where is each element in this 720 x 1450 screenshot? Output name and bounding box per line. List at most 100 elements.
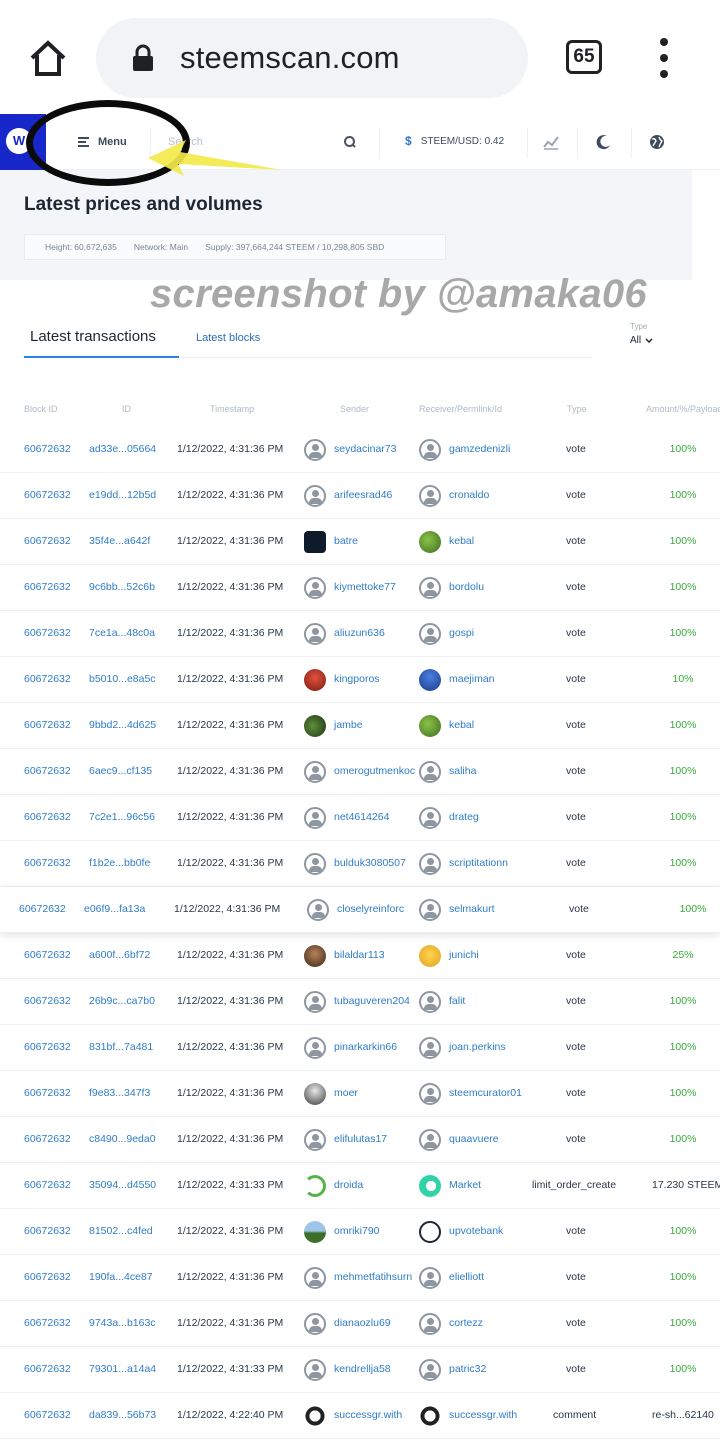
receiver-link-name[interactable]: saliha bbox=[449, 765, 476, 777]
receiver-link-name[interactable]: patric32 bbox=[449, 1363, 486, 1375]
receiver-link[interactable]: kebal bbox=[419, 531, 531, 555]
receiver-link-name[interactable]: quaavuere bbox=[449, 1133, 499, 1145]
receiver-link[interactable]: kebal bbox=[419, 715, 531, 739]
globe-icon[interactable] bbox=[649, 134, 665, 150]
receiver-link[interactable]: joan.perkins bbox=[419, 1037, 531, 1061]
sender-link[interactable]: aliuzun636 bbox=[304, 623, 416, 647]
tx-id-link[interactable]: 26b9c...ca7b0 bbox=[89, 995, 171, 1007]
table-row[interactable]: 60672632 7c2e1...96c56 1/12/2022, 4:31:36 … bbox=[0, 795, 720, 841]
tx-id-link[interactable]: 7c2e1...96c56 bbox=[89, 811, 171, 823]
block-id-link[interactable]: 60672632 bbox=[24, 949, 84, 961]
sender-link[interactable]: pinarkarkin66 bbox=[304, 1037, 416, 1061]
sender-link-name[interactable]: arifeesrad46 bbox=[334, 489, 392, 501]
sender-link[interactable]: closelyreinforc bbox=[307, 899, 419, 923]
receiver-link[interactable]: gamzedenizli bbox=[419, 439, 531, 463]
receiver-link-name[interactable]: scriptitationn bbox=[449, 857, 508, 869]
sender-link-name[interactable]: bulduk3080507 bbox=[334, 857, 406, 869]
receiver-link-name[interactable]: selmakurt bbox=[449, 903, 495, 915]
tx-id-link[interactable]: e19dd...12b5d bbox=[89, 489, 171, 501]
receiver-link-name[interactable]: gospi bbox=[449, 627, 474, 639]
table-row[interactable]: 60672632 831bf...7a481 1/12/2022, 4:31:36 … bbox=[0, 1025, 720, 1071]
block-id-link[interactable]: 60672632 bbox=[24, 627, 84, 639]
sender-link-name[interactable]: net4614264 bbox=[334, 811, 389, 823]
table-row[interactable]: 60672632 35f4e...a642f 1/12/2022, 4:31:36 … bbox=[0, 519, 720, 565]
receiver-link[interactable]: successgr.with bbox=[419, 1405, 531, 1429]
block-id-link[interactable]: 60672632 bbox=[24, 1317, 84, 1329]
sender-link[interactable]: batre bbox=[304, 531, 416, 555]
sender-link-name[interactable]: omriki790 bbox=[334, 1225, 380, 1237]
sender-link-name[interactable]: moer bbox=[334, 1087, 358, 1099]
sender-link-name[interactable]: elifulutas17 bbox=[334, 1133, 387, 1145]
sender-link[interactable]: kendrellja58 bbox=[304, 1359, 416, 1383]
block-id-link[interactable]: 60672632 bbox=[24, 1179, 84, 1191]
receiver-link[interactable]: selmakurt bbox=[419, 899, 531, 923]
block-id-link[interactable]: 60672632 bbox=[24, 1271, 84, 1283]
sender-link-name[interactable]: pinarkarkin66 bbox=[334, 1041, 397, 1053]
receiver-link[interactable]: maejiman bbox=[419, 669, 531, 693]
receiver-link-name[interactable]: Market bbox=[449, 1179, 481, 1191]
sender-link[interactable]: seydacinar73 bbox=[304, 439, 416, 463]
receiver-link-name[interactable]: maejiman bbox=[449, 673, 495, 685]
more-options-icon[interactable] bbox=[650, 38, 678, 78]
table-row[interactable]: 60672632 6aec9...cf135 1/12/2022, 4:31:36 … bbox=[0, 749, 720, 795]
sender-link-name[interactable]: kiymettoke77 bbox=[334, 581, 396, 593]
block-id-link[interactable]: 60672632 bbox=[24, 719, 84, 731]
table-row[interactable]: 60672632 b5010...e8a5c 1/12/2022, 4:31:36 … bbox=[0, 657, 720, 703]
block-id-link[interactable]: 60672632 bbox=[24, 489, 84, 501]
receiver-link[interactable]: scriptitationn bbox=[419, 853, 531, 877]
type-filter[interactable]: Type All bbox=[630, 322, 653, 346]
receiver-link-name[interactable]: joan.perkins bbox=[449, 1041, 506, 1053]
sender-link[interactable]: tubaguveren204 bbox=[304, 991, 416, 1015]
table-row[interactable]: 60672632 e19dd...12b5d 1/12/2022, 4:31:36 … bbox=[0, 473, 720, 519]
tx-id-link[interactable]: 9743a...b163c bbox=[89, 1317, 171, 1329]
receiver-link-name[interactable]: successgr.with bbox=[449, 1409, 517, 1421]
sender-link[interactable]: moer bbox=[304, 1083, 416, 1107]
sender-link-name[interactable]: bilaldar113 bbox=[334, 949, 385, 961]
sender-link[interactable]: dianaozlu69 bbox=[304, 1313, 416, 1337]
tx-id-link[interactable]: e06f9...fa13a bbox=[84, 903, 166, 915]
receiver-link-name[interactable]: gamzedenizli bbox=[449, 443, 510, 455]
sender-link[interactable]: bilaldar113 bbox=[304, 945, 416, 969]
receiver-link[interactable]: steemcurator01 bbox=[419, 1083, 531, 1107]
receiver-link[interactable]: quaavuere bbox=[419, 1129, 531, 1153]
block-id-link[interactable]: 60672632 bbox=[24, 995, 84, 1007]
table-row[interactable]: 60672632 35094...d4550 1/12/2022, 4:31:33 … bbox=[0, 1163, 720, 1209]
block-id-link[interactable]: 60672632 bbox=[24, 443, 84, 455]
receiver-link-name[interactable]: cronaldo bbox=[449, 489, 489, 501]
sender-link-name[interactable]: mehmetfatihsurn bbox=[334, 1271, 412, 1283]
table-row[interactable]: 60672632 9bbd2...4d625 1/12/2022, 4:31:36 … bbox=[0, 703, 720, 749]
tx-id-link[interactable]: 35094...d4550 bbox=[89, 1179, 171, 1191]
receiver-link-name[interactable]: kebal bbox=[449, 535, 474, 547]
table-row[interactable]: 60672632 e06f9...fa13a 1/12/2022, 4:31:36 … bbox=[0, 887, 720, 933]
table-row[interactable]: 60672632 ad33e...05664 1/12/2022, 4:31:36 … bbox=[0, 427, 720, 473]
tx-id-link[interactable]: 9bbd2...4d625 bbox=[89, 719, 171, 731]
block-id-link[interactable]: 60672632 bbox=[24, 1041, 84, 1053]
sender-link[interactable]: elifulutas17 bbox=[304, 1129, 416, 1153]
receiver-link-name[interactable]: upvotebank bbox=[449, 1225, 503, 1237]
table-row[interactable]: 60672632 79301...a14a4 1/12/2022, 4:31:33 … bbox=[0, 1347, 720, 1393]
sender-link[interactable]: successgr.with bbox=[304, 1405, 416, 1429]
tx-id-link[interactable]: 35f4e...a642f bbox=[89, 535, 171, 547]
receiver-link[interactable]: cortezz bbox=[419, 1313, 531, 1337]
tab-latest-blocks[interactable]: Latest blocks bbox=[196, 318, 260, 358]
sender-link-name[interactable]: closelyreinforc bbox=[337, 903, 404, 915]
tx-id-link[interactable]: a600f...6bf72 bbox=[89, 949, 171, 961]
block-id-link[interactable]: 60672632 bbox=[24, 1409, 84, 1421]
receiver-link-name[interactable]: kebal bbox=[449, 719, 474, 731]
sender-link-name[interactable]: successgr.with bbox=[334, 1409, 402, 1421]
receiver-link[interactable]: junichi bbox=[419, 945, 531, 969]
tx-id-link[interactable]: 9c6bb...52c6b bbox=[89, 581, 171, 593]
table-row[interactable]: 60672632 9743a...b163c 1/12/2022, 4:31:36 … bbox=[0, 1301, 720, 1347]
home-icon[interactable] bbox=[26, 36, 70, 80]
table-row[interactable]: 60672632 f1b2e...bb0fe 1/12/2022, 4:31:36 … bbox=[0, 841, 720, 887]
table-row[interactable]: 60672632 190fa...4ce87 1/12/2022, 4:31:36 … bbox=[0, 1255, 720, 1301]
tx-id-link[interactable]: f1b2e...bb0fe bbox=[89, 857, 171, 869]
sender-link[interactable]: kingporos bbox=[304, 669, 416, 693]
block-id-link[interactable]: 60672632 bbox=[24, 535, 84, 547]
sender-link-name[interactable]: kingporos bbox=[334, 673, 380, 685]
sender-link[interactable]: droida bbox=[304, 1175, 416, 1199]
tx-id-link[interactable]: 81502...c4fed bbox=[89, 1225, 171, 1237]
tx-id-link[interactable]: 6aec9...cf135 bbox=[89, 765, 171, 777]
table-row[interactable]: 60672632 a600f...6bf72 1/12/2022, 4:31:36 … bbox=[0, 933, 720, 979]
block-id-link[interactable]: 60672632 bbox=[24, 857, 84, 869]
